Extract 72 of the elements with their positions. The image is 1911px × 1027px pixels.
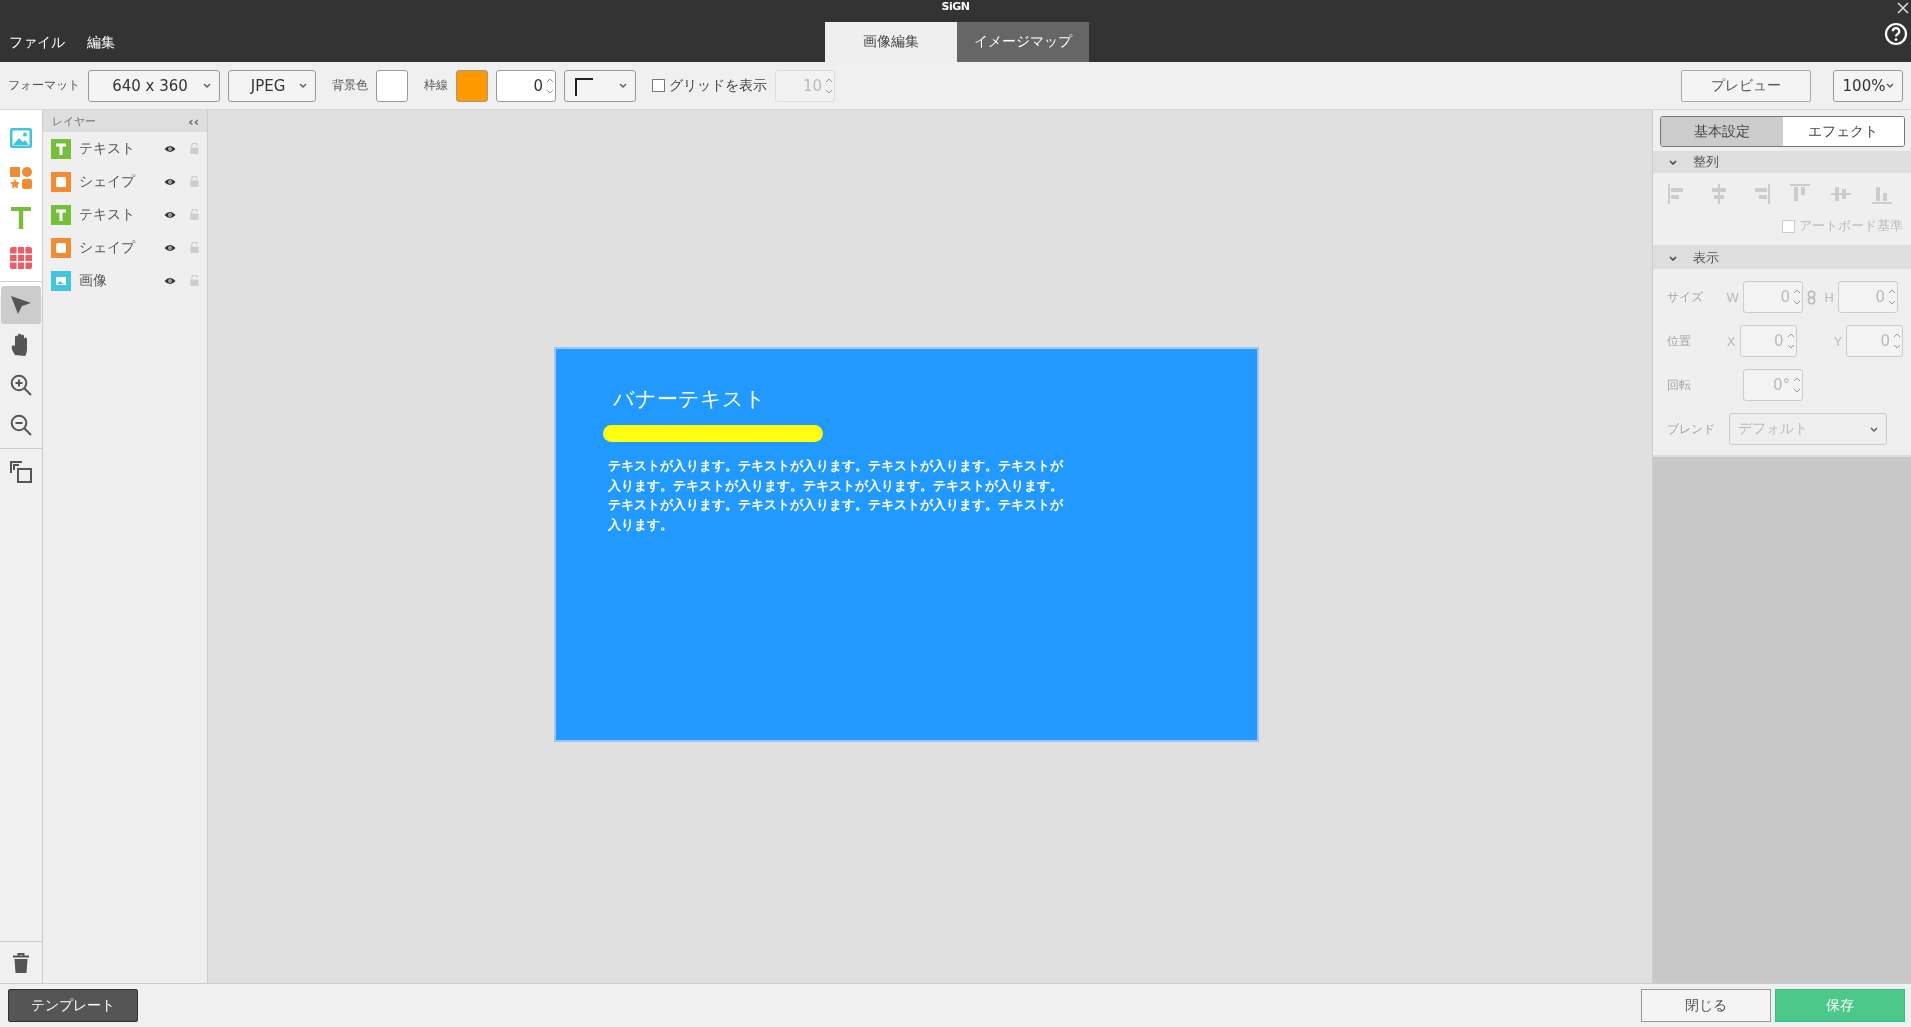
template-button[interactable]: テンプレート: [8, 989, 138, 1022]
menu-item[interactable]: ファイル: [9, 34, 65, 52]
zoom-select[interactable]: 100%: [1833, 69, 1903, 102]
layer-item[interactable]: 画像: [43, 264, 207, 297]
caret-icon: [1886, 83, 1894, 88]
panel-tab[interactable]: 基本設定: [1661, 117, 1783, 146]
arrange-icon: [10, 461, 32, 483]
shapes-icon: [10, 167, 32, 189]
trash-icon[interactable]: [12, 953, 30, 973]
layer-item[interactable]: シェイプ: [43, 231, 207, 264]
mode-tab[interactable]: 画像編集: [825, 22, 957, 62]
layers-title: レイヤー: [52, 113, 96, 129]
border-width-field[interactable]: 0: [496, 69, 556, 102]
size-label: サイズ: [1667, 288, 1704, 306]
banner-title: バナーテキスト: [613, 386, 767, 413]
border-label: 枠線: [424, 77, 448, 94]
text-tool-icon: [11, 207, 31, 229]
chevron-icon: [1669, 255, 1677, 261]
corner-select[interactable]: [564, 69, 636, 102]
eye-icon[interactable]: [164, 210, 176, 219]
rotation-label: 回転: [1667, 376, 1692, 394]
section-header[interactable]: 表示: [1653, 247, 1911, 269]
collapse-button[interactable]: ‹‹: [188, 113, 199, 129]
banner-body-text: テキストが入ります。テキストが入ります。テキストが入ります。テキストが入ります。テキストが入ります。テキストが入ります。テキストが入ります。テキストが入ります。テキストが入ります。テキストが入ります。テキストが入ります。: [608, 457, 1065, 534]
background-swatch[interactable]: [376, 69, 408, 102]
eye-icon[interactable]: [164, 177, 176, 186]
menu-item[interactable]: 編集: [87, 34, 115, 52]
layer-item[interactable]: シェイプ: [43, 165, 207, 198]
select-tool[interactable]: [1, 286, 41, 324]
position-label: 位置: [1667, 332, 1692, 350]
cursor-icon: [10, 295, 32, 315]
help-icon[interactable]: [1884, 22, 1908, 46]
window-title: SiGN: [941, 0, 970, 14]
blend-label: ブレンド: [1667, 420, 1716, 438]
eye-icon[interactable]: [164, 276, 176, 285]
shape-layer-icon: [51, 237, 71, 258]
zoom-out-icon: [10, 414, 32, 436]
panel-tab[interactable]: エフェクト: [1782, 117, 1904, 146]
caret-icon: [299, 83, 307, 88]
preview-button[interactable]: プレビュー: [1681, 69, 1811, 102]
border-swatch[interactable]: [456, 69, 488, 102]
mode-tab[interactable]: イメージマップ: [957, 22, 1089, 62]
eye-icon[interactable]: [164, 243, 176, 252]
grid-checkbox[interactable]: グリッドを表示: [652, 76, 767, 95]
format-label: フォーマット: [8, 77, 80, 94]
chevron-icon: [1669, 159, 1677, 165]
background-label: 背景色: [332, 77, 368, 94]
unlocked-padlock-icon[interactable]: [190, 209, 199, 220]
link-icon[interactable]: [1807, 289, 1816, 305]
section-header[interactable]: 整列: [1653, 151, 1911, 173]
eye-icon[interactable]: [164, 144, 176, 153]
text-layer-icon: [51, 204, 71, 225]
unlocked-padlock-icon[interactable]: [190, 143, 199, 154]
unlocked-padlock-icon[interactable]: [190, 242, 199, 253]
image-layer-icon: [51, 270, 71, 291]
grid-icon: [10, 247, 32, 269]
size-select[interactable]: 640 x 360: [88, 69, 220, 102]
caret-icon: [619, 83, 627, 88]
unlocked-padlock-icon[interactable]: [190, 275, 199, 286]
caret-icon: [1870, 426, 1878, 432]
unlocked-padlock-icon[interactable]: [190, 176, 199, 187]
text-layer-icon: [51, 138, 71, 159]
layer-item[interactable]: テキスト: [43, 198, 207, 231]
zoom-in-icon: [10, 374, 32, 396]
type-select[interactable]: JPEG: [228, 69, 316, 102]
image-icon: [10, 128, 32, 148]
close-icon[interactable]: [1897, 2, 1909, 14]
corner-icon: [573, 75, 593, 96]
shape-layer-icon: [51, 171, 71, 192]
close-button[interactable]: 閉じる: [1641, 989, 1771, 1022]
caret-icon: [203, 83, 211, 88]
layer-item[interactable]: テキスト: [43, 132, 207, 165]
